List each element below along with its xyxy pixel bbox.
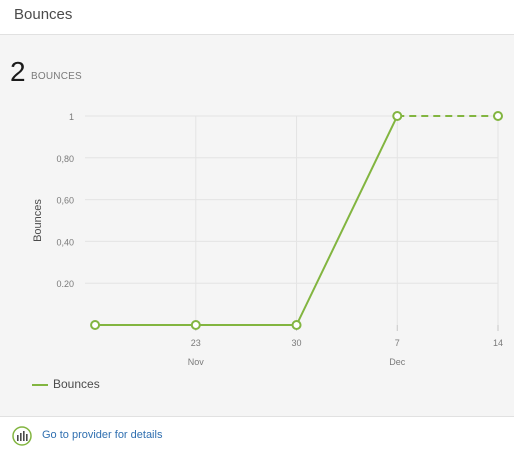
x-tick-label: 30 (292, 338, 302, 348)
card-title: Bounces (14, 6, 73, 23)
y-tick-label: 0,60 (56, 196, 74, 206)
x-tick-label: 7 (395, 338, 400, 348)
y-tick-label: 0.20 (56, 279, 74, 289)
x-tick-label: 23 (191, 338, 201, 348)
data-point (493, 111, 503, 121)
data-point (90, 320, 101, 330)
bounces-line-chart: 0.20 0,40 0,60 0,80 1 23 Nov 30 7 Dec 14 Bounces (32, 111, 503, 367)
legend-swatch (32, 384, 48, 386)
data-point (392, 111, 403, 121)
y-axis-title: Bounces (32, 199, 44, 242)
data-point (291, 320, 302, 330)
y-tick-label: 0,80 (56, 154, 74, 164)
x-tick-label: 14 (493, 338, 503, 348)
card-header: Bounces (0, 0, 514, 35)
provider-chart-icon[interactable] (12, 426, 32, 446)
series-line-segment (295, 115, 399, 326)
x-month-label: Dec (389, 357, 406, 367)
provider-details-link[interactable]: Go to provider for details (42, 429, 162, 441)
card-footer: Go to provider for details (0, 416, 514, 453)
bounces-card: Bounces 2 BOUNCES 0.20 0,40 0,60 0,80 1 23 Nov… (0, 0, 514, 453)
legend-label: Bounces (53, 377, 100, 391)
data-point (190, 320, 201, 330)
y-tick-label: 0,40 (56, 237, 74, 247)
x-month-label: Nov (188, 357, 205, 367)
y-tick-label: 1 (69, 112, 74, 122)
